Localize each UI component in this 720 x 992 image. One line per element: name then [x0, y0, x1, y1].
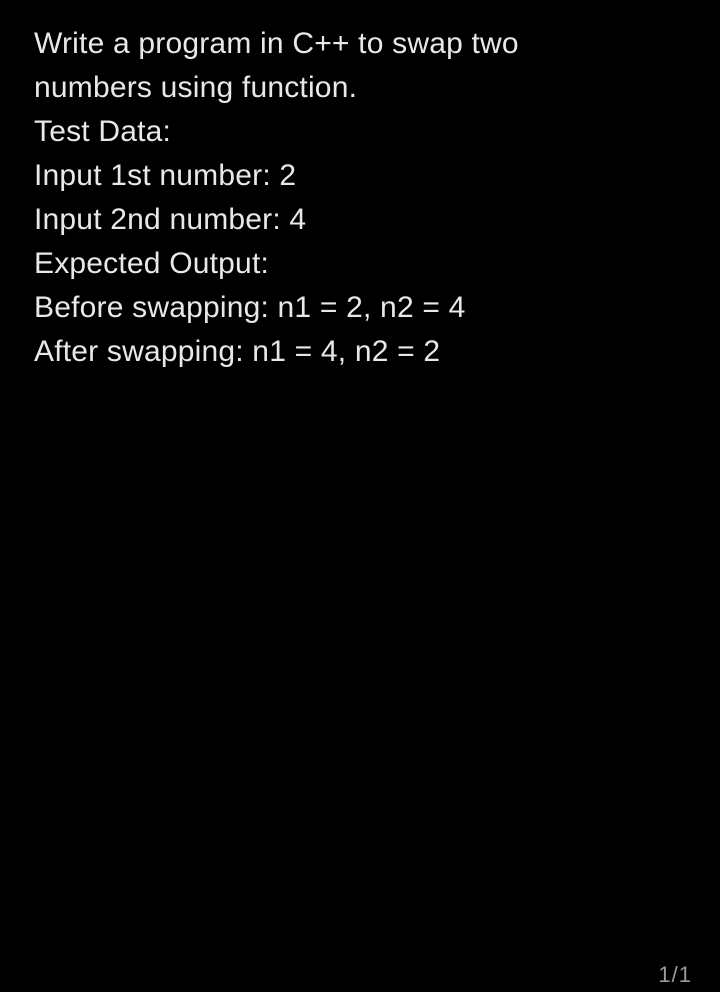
text-line: Input 1st number: 2: [34, 154, 686, 198]
text-line: Input 2nd number: 4: [34, 198, 686, 242]
document-page: Write a program in C++ to swap two numbe…: [0, 0, 720, 992]
text-line: Write a program in C++ to swap two: [34, 22, 686, 66]
text-line: Test Data:: [34, 110, 686, 154]
page-indicator: 1/1: [658, 962, 692, 988]
text-line: Before swapping: n1 = 2, n2 = 4: [34, 286, 686, 330]
text-line: numbers using function.: [34, 66, 686, 110]
text-line: After swapping: n1 = 4, n2 = 2: [34, 330, 686, 374]
text-line: Expected Output:: [34, 242, 686, 286]
